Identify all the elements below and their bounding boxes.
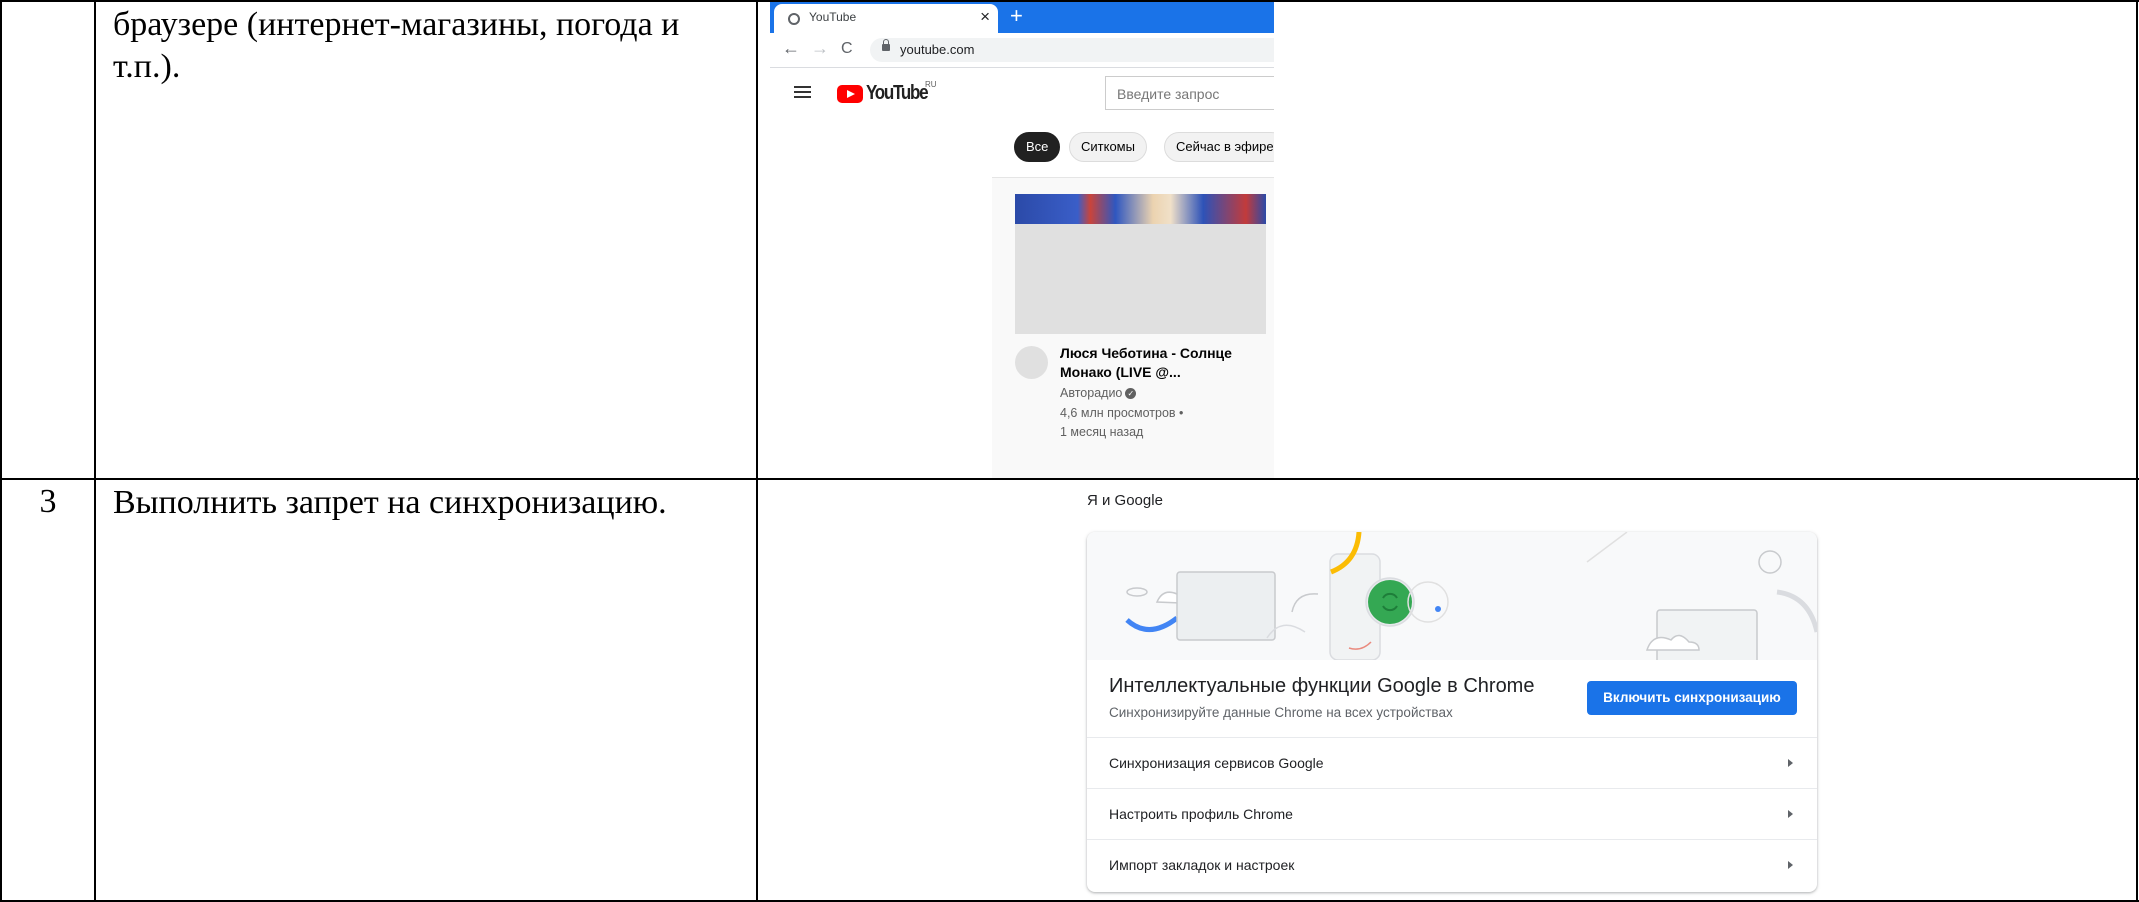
youtube-logo-text[interactable]: YouTube xyxy=(866,82,929,105)
sync-illustration xyxy=(1087,532,1817,660)
close-icon[interactable]: × xyxy=(980,7,990,27)
browser-tab-bar: YouTube × + xyxy=(770,2,1274,33)
video-views: 4,6 млн просмотров • xyxy=(1060,406,1184,420)
youtube-logo-icon[interactable] xyxy=(837,85,863,103)
chevron-right-icon xyxy=(1788,861,1793,869)
section-title: Я и Google xyxy=(1087,492,1163,509)
video-title[interactable]: Люся Чеботина - Солнце Монако (LIVE @... xyxy=(1060,344,1260,382)
settings-row-label: Синхронизация сервисов Google xyxy=(1109,755,1324,771)
youtube-page: YouTube RU Введите запрос Все Ситкомы Се… xyxy=(770,68,1274,478)
settings-row-label: Настроить профиль Chrome xyxy=(1109,806,1293,822)
address-bar-row: ← → C youtube.com xyxy=(770,33,1274,68)
thumbnail-image xyxy=(1015,194,1266,224)
chip-all[interactable]: Все xyxy=(1014,132,1061,162)
task-description: Выполнить запрет на синхронизацию. xyxy=(113,484,667,521)
address-bar[interactable]: youtube.com xyxy=(870,38,1274,62)
video-thumbnail[interactable] xyxy=(1015,194,1266,334)
verified-check-icon: ✓ xyxy=(1125,388,1137,400)
table-border-left xyxy=(0,0,2,902)
url-text: youtube.com xyxy=(900,42,975,57)
tab-title: YouTube xyxy=(809,10,857,24)
task-description: браузере (интернет-магазины, погода и т.… xyxy=(113,6,680,85)
video-age: 1 месяц назад xyxy=(1060,425,1144,439)
channel-name[interactable]: Авторадио ✓ xyxy=(1060,386,1137,400)
settings-row-sync-services[interactable]: Синхронизация сервисов Google xyxy=(1087,737,1817,789)
chevron-right-icon xyxy=(1788,810,1793,818)
back-arrow-icon[interactable]: ← xyxy=(782,38,800,59)
settings-row-customize-profile[interactable]: Настроить профиль Chrome xyxy=(1087,788,1817,840)
chip-sitcoms[interactable]: Ситкомы xyxy=(1069,132,1147,162)
chips-bar: Все Ситкомы Сейчас в эфире xyxy=(992,122,1274,178)
reload-icon[interactable]: C xyxy=(841,40,853,58)
row-number: 3 xyxy=(39,483,57,520)
hamburger-menu-icon[interactable] xyxy=(794,86,811,98)
new-tab-button[interactable]: + xyxy=(1010,3,1023,29)
sync-card-title: Интеллектуальные функции Google в Chrome xyxy=(1109,675,1535,697)
sync-card-subtitle: Синхронизируйте данные Chrome на всех ус… xyxy=(1109,705,1453,720)
region-label: RU xyxy=(925,80,937,89)
search-placeholder: Введите запрос xyxy=(1117,86,1220,102)
enable-sync-button[interactable]: Включить синхронизацию xyxy=(1587,681,1797,715)
youtube-browser-screenshot: YouTube × + ← → C youtube.com YouTube RU… xyxy=(770,2,1274,478)
table-column-divider-2 xyxy=(756,0,758,902)
browser-tab[interactable]: YouTube × xyxy=(774,4,998,33)
table-column-divider-1 xyxy=(94,0,96,902)
sidebar xyxy=(770,122,992,478)
channel-avatar[interactable] xyxy=(1015,346,1048,379)
forward-arrow-icon[interactable]: → xyxy=(811,38,829,59)
settings-row-label: Импорт закладок и настроек xyxy=(1109,857,1295,873)
sync-card: Интеллектуальные функции Google в Chrome… xyxy=(1087,532,1817,892)
chip-live[interactable]: Сейчас в эфире xyxy=(1164,132,1274,162)
settings-row-import-bookmarks[interactable]: Импорт закладок и настроек xyxy=(1087,839,1817,891)
feed-area: Все Ситкомы Сейчас в эфире Люся Чеботина… xyxy=(992,122,1274,478)
table-border-right xyxy=(2136,0,2138,902)
search-input[interactable]: Введите запрос xyxy=(1105,76,1274,110)
chrome-settings-screenshot: Я и Google Интеллектуальные функции Goog… xyxy=(1063,480,1835,900)
chevron-right-icon xyxy=(1788,759,1793,767)
sync-illustration-graphic xyxy=(1125,532,1817,660)
lock-icon xyxy=(882,39,890,51)
channel-name-text[interactable]: Авторадио xyxy=(1060,386,1122,400)
globe-icon xyxy=(788,13,800,25)
